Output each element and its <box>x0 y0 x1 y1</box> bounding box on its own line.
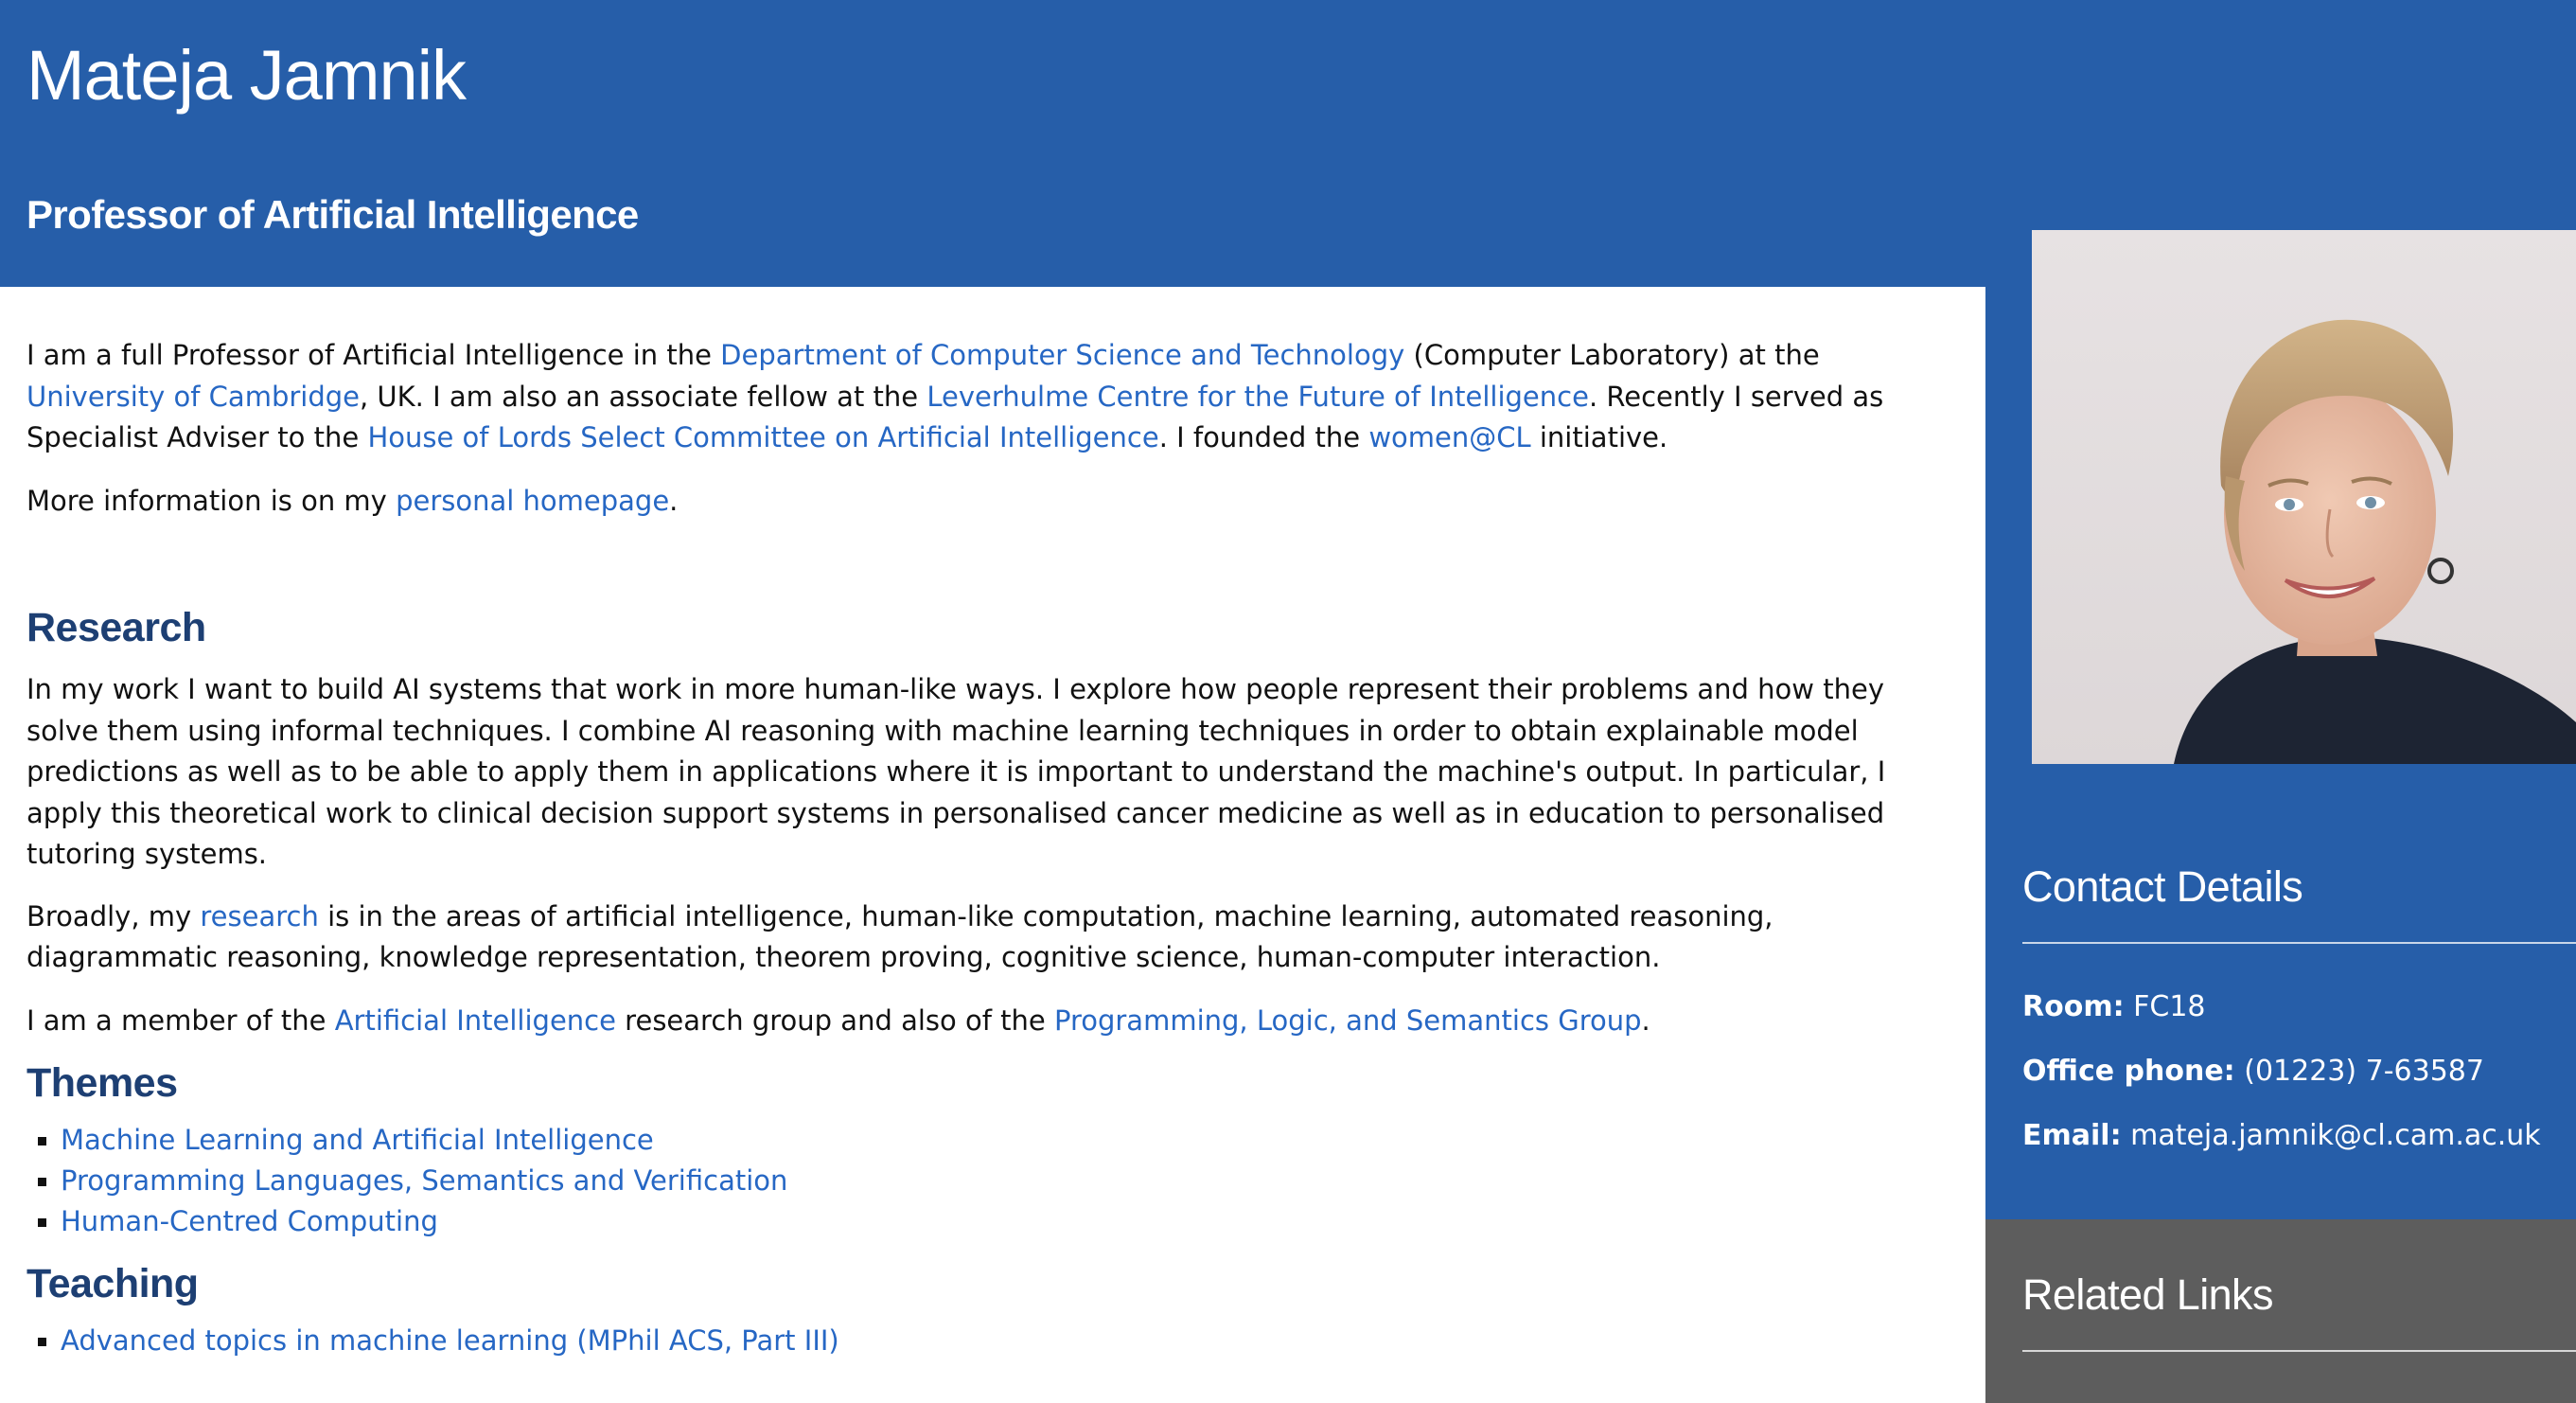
related-links-inner: Related Links <box>1985 1219 2576 1352</box>
office-phone-row: Office phone: (01223) 7-63587 <box>2022 1051 2576 1092</box>
homepage-paragraph: More information is on my personal homep… <box>26 481 1938 523</box>
research-heading: Research <box>26 605 206 650</box>
intro-text: , UK. I am also an associate fellow at t… <box>360 380 927 413</box>
room-label: Room: <box>2022 990 2125 1023</box>
main-content-inner: I am a full Professor of Artificial Inte… <box>0 335 1965 1361</box>
profile-photo <box>2032 230 2576 764</box>
theme-link-ml-ai[interactable]: Machine Learning and Artificial Intellig… <box>61 1124 654 1156</box>
office-phone-label: Office phone: <box>2022 1055 2235 1088</box>
list-item: Programming Languages, Semantics and Ver… <box>26 1161 1938 1201</box>
square-bullet-icon <box>38 1178 46 1186</box>
contact-details-panel: Contact Details Room: FC18 Office phone:… <box>1985 764 2576 1219</box>
teaching-heading: Teaching <box>26 1261 199 1306</box>
house-of-lords-link[interactable]: House of Lords Select Committee on Artif… <box>367 421 1158 453</box>
women-at-cl-link[interactable]: women@CL <box>1368 421 1530 453</box>
pls-group-link[interactable]: Programming, Logic, and Semantics Group <box>1054 1004 1642 1037</box>
teaching-list: Advanced topics in machine learning (MPh… <box>26 1321 1938 1361</box>
portrait-image <box>2174 319 2576 764</box>
themes-heading: Themes <box>26 1060 178 1106</box>
intro-paragraph: I am a full Professor of Artificial Inte… <box>26 335 1938 459</box>
divider <box>2022 942 2576 944</box>
email-value: mateja.jamnik@cl.cam.ac.uk <box>2130 1119 2541 1152</box>
list-item: Human-Centred Computing <box>26 1201 1938 1242</box>
group-membership-paragraph: I am a member of the Artificial Intellig… <box>26 1001 1938 1042</box>
square-bullet-icon <box>38 1137 46 1145</box>
room-row: Room: FC18 <box>2022 986 2576 1028</box>
membership-text: . <box>1641 1003 1650 1037</box>
homepage-text: More information is on my <box>26 484 397 517</box>
department-link[interactable]: Department of Computer Science and Techn… <box>720 339 1404 371</box>
list-item: Machine Learning and Artificial Intellig… <box>26 1120 1938 1161</box>
theme-link-pl-semantics[interactable]: Programming Languages, Semantics and Ver… <box>61 1164 787 1197</box>
research-areas-paragraph: Broadly, my research is in the areas of … <box>26 897 1938 979</box>
list-item: Advanced topics in machine learning (MPh… <box>26 1321 1938 1361</box>
intro-text: I am a full Professor of Artificial Inte… <box>26 339 721 371</box>
leverhulme-link[interactable]: Leverhulme Centre for the Future of Inte… <box>926 381 1589 413</box>
teaching-link-advanced-ml[interactable]: Advanced topics in machine learning (MPh… <box>61 1324 839 1357</box>
personal-homepage-link[interactable]: personal homepage <box>396 485 669 517</box>
room-value: FC18 <box>2133 990 2206 1023</box>
office-phone-value: (01223) 7-63587 <box>2244 1055 2484 1088</box>
research-paragraph: In my work I want to build AI systems th… <box>26 673 1886 870</box>
email-label: Email: <box>2022 1119 2122 1152</box>
artificial-intelligence-group-link[interactable]: Artificial Intelligence <box>335 1004 616 1037</box>
job-title: Professor of Artificial Intelligence <box>26 192 639 237</box>
related-links-heading: Related Links <box>2022 1270 2273 1319</box>
contact-details-inner: Contact Details Room: FC18 Office phone:… <box>1985 764 2576 1157</box>
intro-text: initiative. <box>1530 421 1668 453</box>
research-areas-text: Broadly, my <box>26 899 201 932</box>
square-bullet-icon <box>38 1218 46 1227</box>
themes-list: Machine Learning and Artificial Intellig… <box>26 1120 1938 1242</box>
theme-link-hcc[interactable]: Human-Centred Computing <box>61 1205 438 1237</box>
related-links-panel: Related Links <box>1985 1219 2576 1403</box>
membership-text: I am a member of the <box>26 1003 335 1037</box>
main-content: I am a full Professor of Artificial Inte… <box>0 287 1985 1403</box>
divider <box>2022 1350 2576 1352</box>
square-bullet-icon <box>38 1338 46 1346</box>
intro-text: . I founded the <box>1158 421 1369 453</box>
homepage-text: . <box>669 484 679 517</box>
research-link[interactable]: research <box>200 900 318 932</box>
email-row: Email: mateja.jamnik@cl.cam.ac.uk <box>2022 1115 2576 1157</box>
intro-text: (Computer Laboratory) at the <box>1404 339 1820 371</box>
page-title: Mateja Jamnik <box>26 36 467 115</box>
membership-text: research group and also of the <box>615 1003 1054 1037</box>
contact-details-heading: Contact Details <box>2022 862 2303 911</box>
university-link[interactable]: University of Cambridge <box>26 381 360 413</box>
